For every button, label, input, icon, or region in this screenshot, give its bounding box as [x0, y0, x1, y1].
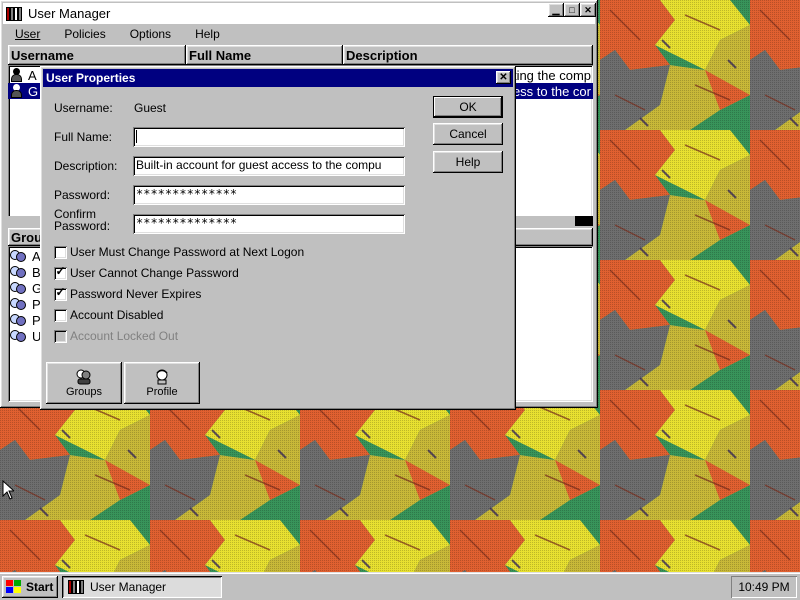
menu-help[interactable]: Help — [183, 27, 232, 41]
profile-icon — [153, 369, 171, 385]
ok-button[interactable]: OK — [433, 96, 503, 118]
menu-policies[interactable]: Policies — [52, 27, 117, 41]
user-row-description: ting the comp — [512, 67, 591, 83]
system-tray: 10:49 PM — [731, 576, 797, 598]
user-manager-title: User Manager — [28, 6, 111, 21]
menu-user-label: User — [15, 27, 41, 41]
menubar: User Policies Options Help — [3, 25, 595, 43]
group-icon — [10, 329, 28, 343]
checkbox-label: Password Never Expires — [70, 287, 202, 301]
check-icon — [54, 328, 67, 341]
confirm-label-line2: Password: — [54, 219, 111, 233]
menu-user[interactable]: User — [3, 27, 52, 41]
windows-logo-icon — [6, 580, 22, 594]
check-icon: ✓ — [55, 263, 66, 278]
minimize-icon[interactable]: ▁ — [548, 3, 564, 17]
confirm-password-label: Confirm Password: — [54, 208, 110, 232]
checkbox-box[interactable] — [54, 307, 67, 322]
checkbox-label: Account Disabled — [70, 308, 164, 322]
group-icon — [10, 281, 28, 295]
checkbox-account-locked-out: Account Locked Out — [54, 328, 178, 344]
menu-policies-label: Policies — [64, 27, 106, 41]
checkbox-box[interactable] — [54, 244, 67, 259]
profile-button-label: Profile — [146, 385, 178, 398]
fullname-field[interactable] — [133, 127, 405, 147]
password-field[interactable]: ************** — [133, 185, 405, 205]
window-controls: ▁ □ ✕ — [548, 3, 596, 17]
column-header-username[interactable]: Username — [8, 45, 186, 65]
checkbox-password-never-expires[interactable]: ✓ Password Never Expires — [54, 284, 202, 302]
checkbox-account-disabled[interactable]: Account Disabled — [54, 307, 163, 323]
user-properties-dialog: User Properties ✕ Username: Guest Full N… — [40, 66, 516, 410]
column-header-fullname[interactable]: Full Name — [186, 45, 343, 65]
checkbox-label: User Must Change Password at Next Logon — [70, 245, 305, 259]
column-header-description[interactable]: Description — [343, 45, 593, 65]
cancel-button[interactable]: Cancel — [433, 123, 503, 145]
user-icon — [10, 68, 24, 82]
checkbox-box[interactable]: ✓ — [54, 263, 67, 280]
start-label: Start — [26, 580, 54, 594]
groups-button-label: Groups — [65, 385, 103, 398]
user-row-username: G — [28, 83, 39, 99]
help-button[interactable]: Help — [433, 151, 503, 173]
checkbox-box — [54, 328, 67, 343]
close-icon: ✕ — [499, 72, 508, 83]
taskbar-task-label: User Manager — [90, 580, 167, 594]
user-icon — [10, 84, 24, 98]
start-button[interactable]: Start — [2, 576, 58, 598]
checkbox-box[interactable]: ✓ — [54, 284, 67, 301]
maximize-icon[interactable]: □ — [564, 3, 580, 17]
confirm-password-field[interactable]: ************** — [133, 214, 405, 234]
close-icon[interactable]: ✕ — [580, 3, 596, 17]
group-icon — [10, 249, 28, 263]
group-icon — [10, 265, 28, 279]
group-icon — [10, 297, 28, 311]
dialog-title: User Properties — [46, 71, 136, 85]
clock[interactable]: 10:49 PM — [738, 580, 789, 594]
user-manager-app-icon — [6, 6, 22, 21]
menu-options[interactable]: Options — [118, 27, 183, 41]
checkbox-label: Account Locked Out — [70, 329, 179, 343]
checkbox-label: User Cannot Change Password — [70, 266, 239, 280]
dialog-titlebar[interactable]: User Properties — [43, 69, 513, 87]
description-label: Description: — [54, 159, 118, 173]
user-manager-titlebar[interactable]: User Manager — [3, 3, 595, 24]
username-value: Guest — [134, 101, 167, 115]
mouse-cursor-icon — [2, 480, 14, 500]
group-icon — [10, 313, 28, 327]
dialog-close-button[interactable]: ✕ — [496, 71, 511, 84]
user-row-description: ess to the cor — [512, 83, 591, 99]
check-icon: ✓ — [55, 284, 66, 299]
profile-button[interactable]: Profile — [124, 362, 200, 404]
user-list-header: Username Full Name Description — [8, 45, 593, 65]
check-icon — [54, 244, 67, 257]
user-row-username: A — [28, 67, 37, 83]
menu-help-label: Help — [195, 27, 220, 41]
text-caret — [136, 130, 137, 144]
description-field[interactable]: Built-in account for guest access to the… — [133, 156, 405, 176]
username-label: Username: — [54, 101, 113, 115]
menu-options-label: Options — [129, 27, 172, 41]
fullname-label: Full Name: — [54, 130, 113, 144]
checkbox-must-change-password[interactable]: User Must Change Password at Next Logon — [54, 244, 304, 260]
checkbox-cannot-change-password[interactable]: ✓ User Cannot Change Password — [54, 263, 239, 281]
taskbar: Start User Manager 10:49 PM — [0, 572, 800, 600]
user-manager-app-icon — [68, 580, 84, 594]
taskbar-user-manager-button[interactable]: User Manager — [62, 576, 222, 598]
password-label: Password: — [54, 188, 111, 202]
groups-icon — [75, 369, 93, 385]
groups-button[interactable]: Groups — [46, 362, 122, 404]
scroll-thumb[interactable] — [575, 216, 593, 226]
check-icon — [54, 307, 67, 320]
